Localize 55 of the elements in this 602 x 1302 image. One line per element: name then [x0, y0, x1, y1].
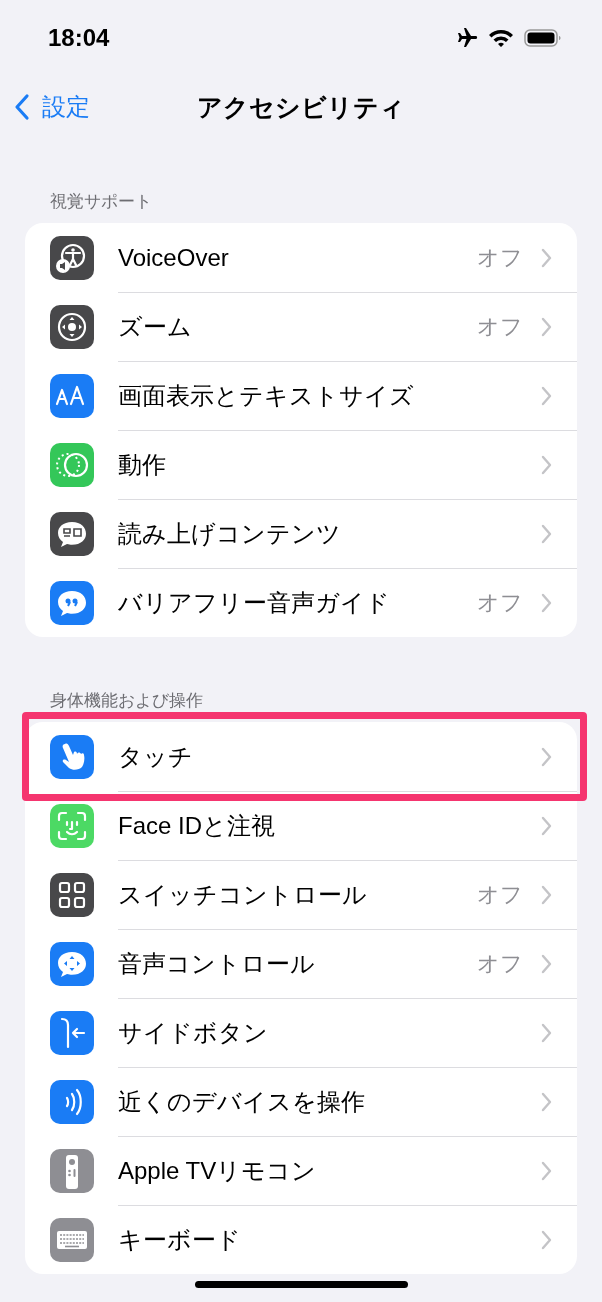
chevron-icon — [541, 746, 552, 767]
status-time: 18:04 — [48, 24, 110, 52]
chevron-icon — [541, 1230, 552, 1250]
chevron-icon — [541, 247, 552, 268]
settings-row[interactable]: ズーム オフ — [25, 292, 577, 361]
row-label: スイッチコントロール — [118, 880, 368, 910]
row-label: Face IDと注視 — [118, 811, 277, 841]
settings-row[interactable]: キーボード — [25, 1205, 577, 1274]
section-header: 身体機能および操作 — [49, 690, 204, 712]
settings-row[interactable]: 画面表示とテキストサイズ — [25, 361, 577, 430]
row-label: VoiceOver — [118, 243, 230, 272]
settings-row[interactable]: 動作 — [25, 430, 577, 499]
settings-row[interactable]: タッチ — [25, 722, 577, 791]
chevron-icon — [541, 954, 552, 974]
row-label: バリアフリー音声ガイド — [118, 588, 391, 618]
settings-row[interactable]: 近くのデバイスを操作 — [25, 1067, 577, 1136]
settings-row[interactable]: バリアフリー音声ガイド オフ — [25, 568, 577, 637]
chevron-icon — [541, 1092, 552, 1112]
back-link[interactable]: 設定 — [14, 91, 90, 123]
row-label: キーボード — [118, 1225, 242, 1255]
chevron-icon — [541, 593, 552, 613]
chevron-icon — [541, 1023, 552, 1043]
row-label: 読み上げコンテンツ — [118, 519, 342, 549]
settings-row[interactable]: 読み上げコンテンツ — [25, 499, 577, 568]
row-label: Apple TVリモコン — [118, 1156, 318, 1186]
row-value: オフ — [477, 881, 523, 909]
chevron-icon — [541, 455, 552, 475]
row-value: オフ — [477, 589, 523, 617]
row-label: 近くのデバイスを操作 — [118, 1087, 366, 1117]
row-label: 動作 — [118, 450, 167, 480]
row-label: 音声コントロール — [118, 949, 316, 979]
chevron-icon — [541, 816, 552, 836]
row-value: オフ — [477, 950, 523, 978]
row-label: タッチ — [118, 741, 194, 772]
chevron-icon — [541, 1161, 552, 1181]
settings-row[interactable]: Apple TVリモコン — [25, 1136, 577, 1205]
section-header: 視覚サポート — [49, 191, 153, 213]
row-label: ズーム — [118, 312, 193, 342]
back-chevron-icon — [14, 93, 30, 121]
chevron-icon — [541, 524, 552, 544]
chevron-icon — [541, 386, 552, 406]
battery-icon — [524, 28, 562, 48]
settings-row[interactable]: サイドボタン — [25, 998, 577, 1067]
row-label: サイドボタン — [118, 1018, 269, 1048]
settings-row[interactable]: VoiceOver オフ — [25, 223, 577, 292]
settings-row[interactable]: Face IDと注視 — [25, 791, 577, 860]
wifi-icon — [488, 28, 514, 48]
chevron-icon — [541, 885, 552, 905]
row-value: オフ — [477, 243, 523, 272]
page-title: アクセシビリティ — [197, 91, 405, 123]
settings-row[interactable]: スイッチコントロール オフ — [25, 860, 577, 929]
settings-row[interactable]: 音声コントロール オフ — [25, 929, 577, 998]
chevron-icon — [541, 317, 552, 337]
row-value: オフ — [477, 313, 523, 341]
row-label: 画面表示とテキストサイズ — [118, 381, 415, 411]
